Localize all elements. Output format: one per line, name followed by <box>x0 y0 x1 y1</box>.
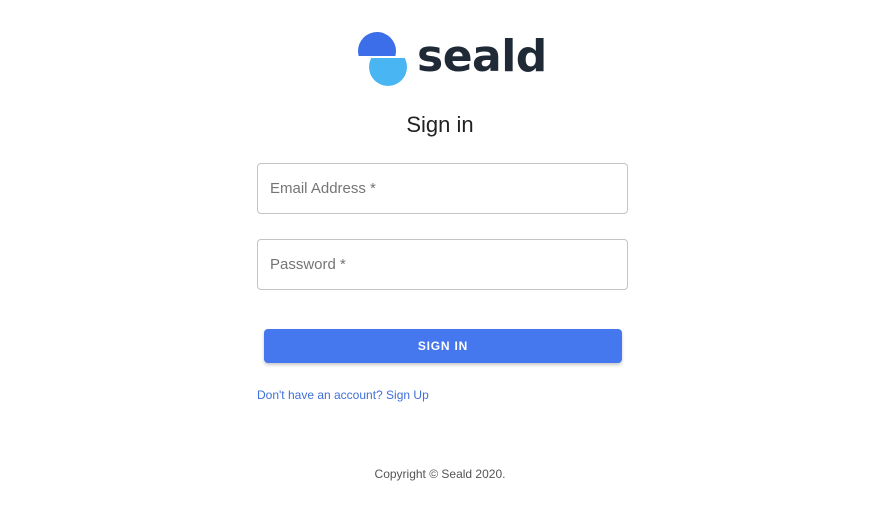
sign-in-button[interactable]: SIGN IN <box>264 329 622 363</box>
brand-logo: seald <box>355 30 547 88</box>
page-title: Sign in <box>406 112 474 137</box>
signin-page: seald Sign in SIGN IN Don't have an acco… <box>0 0 880 518</box>
email-field[interactable] <box>258 164 627 213</box>
password-field[interactable] <box>258 240 627 289</box>
brand-wordmark: seald <box>417 31 547 82</box>
seald-logo-icon <box>358 32 408 86</box>
copyright-text: Copyright © Seald 2020. <box>374 467 506 481</box>
email-field-container[interactable] <box>257 163 628 214</box>
sign-up-link[interactable]: Don't have an account? Sign Up <box>257 388 429 402</box>
password-field-container[interactable] <box>257 239 628 290</box>
